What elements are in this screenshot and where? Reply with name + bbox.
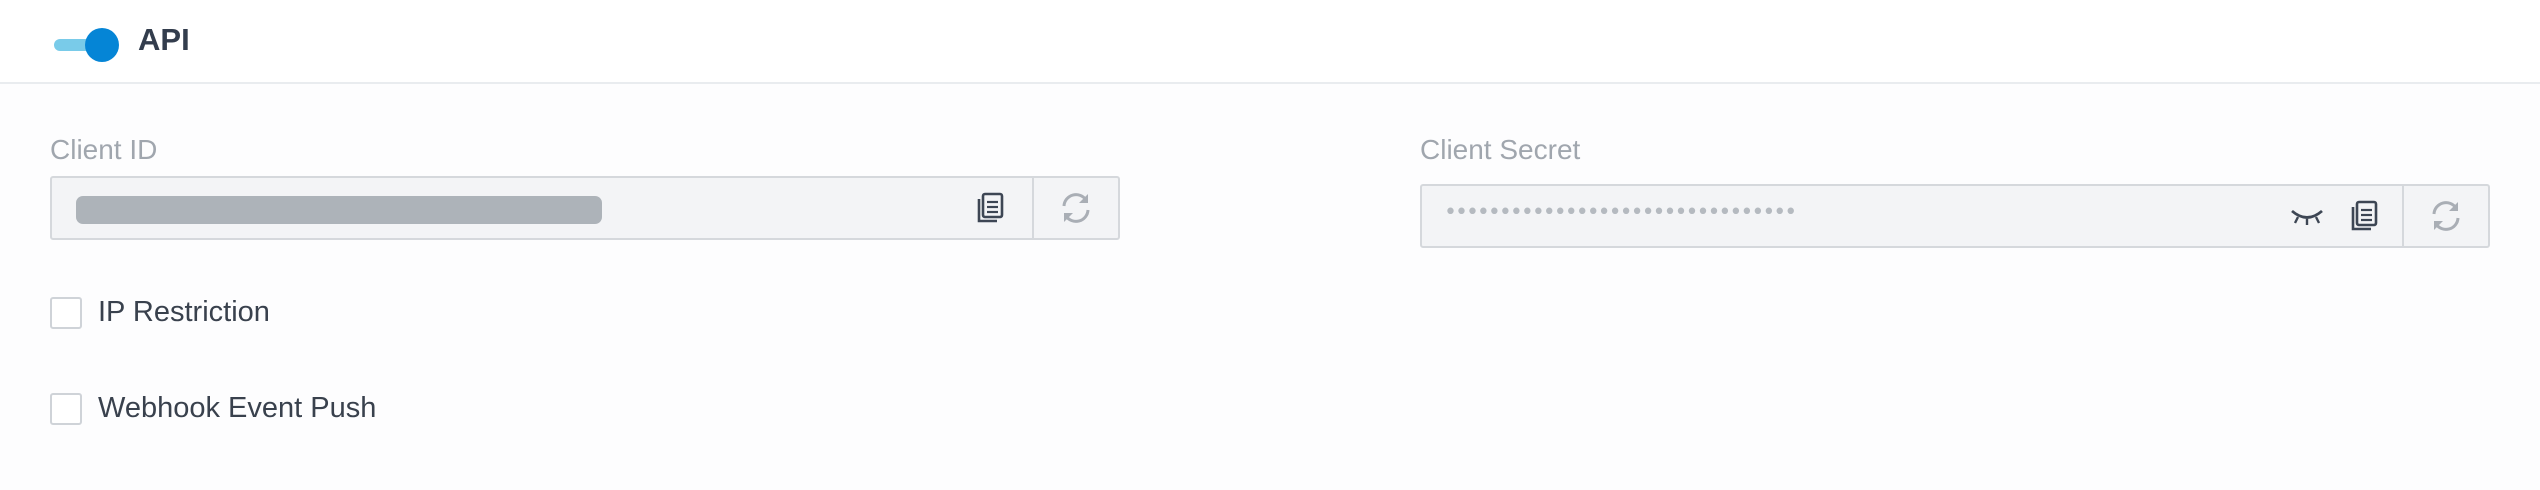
webhook-event-push-option: Webhook Event Push — [50, 392, 376, 425]
client-secret-regenerate-button[interactable] — [2404, 186, 2488, 246]
webhook-event-push-label: Webhook Event Push — [98, 392, 377, 424]
api-settings-page: API Client ID Client Secret ••••••••••••… — [0, 0, 2540, 490]
ip-restriction-label: IP Restriction — [98, 296, 270, 328]
client-id-regenerate-button[interactable] — [1034, 178, 1118, 238]
webhook-event-push-checkbox[interactable] — [50, 392, 82, 425]
copy-icon — [977, 192, 1004, 223]
refresh-icon — [1062, 193, 1090, 223]
api-section-header: API — [0, 0, 2540, 84]
client-secret-masked-value: •••••••••••••••••••••••••••••••• — [1444, 200, 1797, 225]
copy-icon — [2351, 200, 2378, 231]
ip-restriction-option: IP Restriction — [50, 296, 270, 329]
client-id-field — [50, 176, 1120, 240]
client-id-label: Client ID — [50, 134, 158, 165]
client-secret-field: •••••••••••••••••••••••••••••••• — [1420, 184, 2490, 248]
api-settings-panel: Client ID Client Secret ••••••••••••••••… — [0, 84, 2540, 490]
ip-restriction-checkbox[interactable] — [50, 296, 82, 329]
client-secret-label: Client Secret — [1420, 134, 1581, 165]
client-secret-visibility-toggle[interactable] — [2282, 186, 2332, 246]
section-title: API — [138, 22, 190, 57]
client-id-copy-button[interactable] — [952, 178, 1028, 238]
client-secret-copy-button[interactable] — [2334, 186, 2394, 246]
eye-closed-icon — [2291, 209, 2323, 225]
client-id-masked-value — [76, 196, 602, 224]
toggle-knob — [85, 28, 119, 62]
refresh-icon — [2432, 201, 2460, 231]
api-toggle[interactable] — [52, 26, 120, 62]
